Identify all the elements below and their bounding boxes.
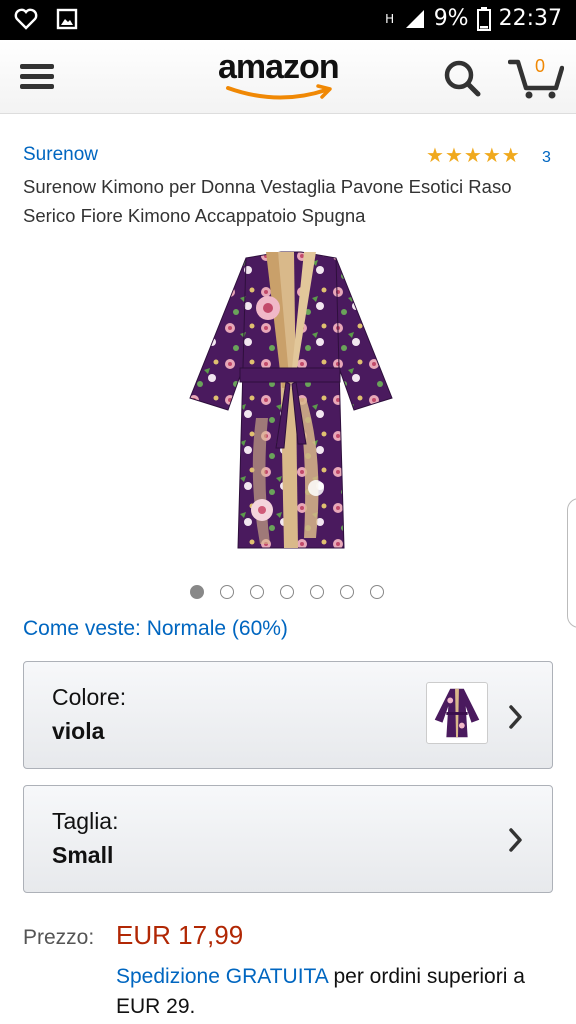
color-swatch-image (426, 682, 488, 744)
status-bar: H 9% 22:37 (0, 0, 576, 40)
side-drawer-handle[interactable] (567, 498, 576, 628)
fit-info-link[interactable]: Come veste: Normale (60%) (23, 617, 288, 641)
star-icon: ★ (463, 145, 482, 167)
signal-icon (405, 9, 424, 28)
battery-icon (476, 6, 491, 31)
product-image[interactable] (186, 248, 396, 554)
free-shipping-link[interactable]: Spedizione GRATUITA (116, 965, 328, 988)
amazon-logo[interactable]: amazon (218, 48, 358, 104)
image-notification-icon (56, 8, 78, 30)
clock: 22:37 (498, 6, 562, 31)
logo-smile-icon (226, 84, 332, 100)
cart-button[interactable]: 0 (508, 54, 564, 100)
carousel-dot[interactable] (220, 585, 234, 599)
chevron-right-icon (509, 828, 522, 852)
carousel-dot[interactable] (250, 585, 264, 599)
battery-percent: 9% (433, 6, 469, 31)
price-label: Prezzo: (23, 926, 95, 949)
size-label: Taglia: (52, 808, 119, 834)
rating-count-link[interactable]: 3 (542, 149, 551, 167)
cart-count: 0 (534, 56, 545, 76)
color-selector[interactable]: Colore: viola (23, 661, 553, 769)
carousel-dot[interactable] (280, 585, 294, 599)
carousel-dot[interactable] (310, 585, 324, 599)
chevron-right-icon (509, 705, 522, 729)
star-icon: ★ (444, 145, 463, 167)
search-icon[interactable] (442, 58, 482, 98)
color-label: Colore: (52, 684, 127, 710)
heart-notification-icon (14, 8, 38, 30)
star-icon: ★ (426, 145, 444, 167)
network-type-indicator: H (385, 11, 395, 26)
product-title: Surenow Kimono per Donna Vestaglia Pavon… (23, 176, 512, 226)
hamburger-menu-icon[interactable] (20, 64, 54, 90)
app-header: amazon 0 (0, 40, 576, 114)
star-icon: ★ (501, 145, 520, 167)
shipping-info: Spedizione GRATUITA per ordini superiori… (116, 962, 556, 1022)
size-selector[interactable]: Taglia: Small (23, 785, 553, 893)
image-carousel-dots (190, 585, 384, 599)
star-icon: ★ (482, 145, 501, 167)
logo-text: amazon (218, 48, 340, 86)
price-value: EUR 17,99 (116, 920, 244, 950)
brand-link[interactable]: Surenow (23, 144, 98, 166)
color-value: viola (52, 718, 105, 744)
carousel-dot[interactable] (190, 585, 204, 599)
rating-stars[interactable]: ★ ★ ★ ★ ★ (426, 145, 520, 167)
carousel-dot[interactable] (340, 585, 354, 599)
carousel-dot[interactable] (370, 585, 384, 599)
size-value: Small (52, 842, 114, 868)
